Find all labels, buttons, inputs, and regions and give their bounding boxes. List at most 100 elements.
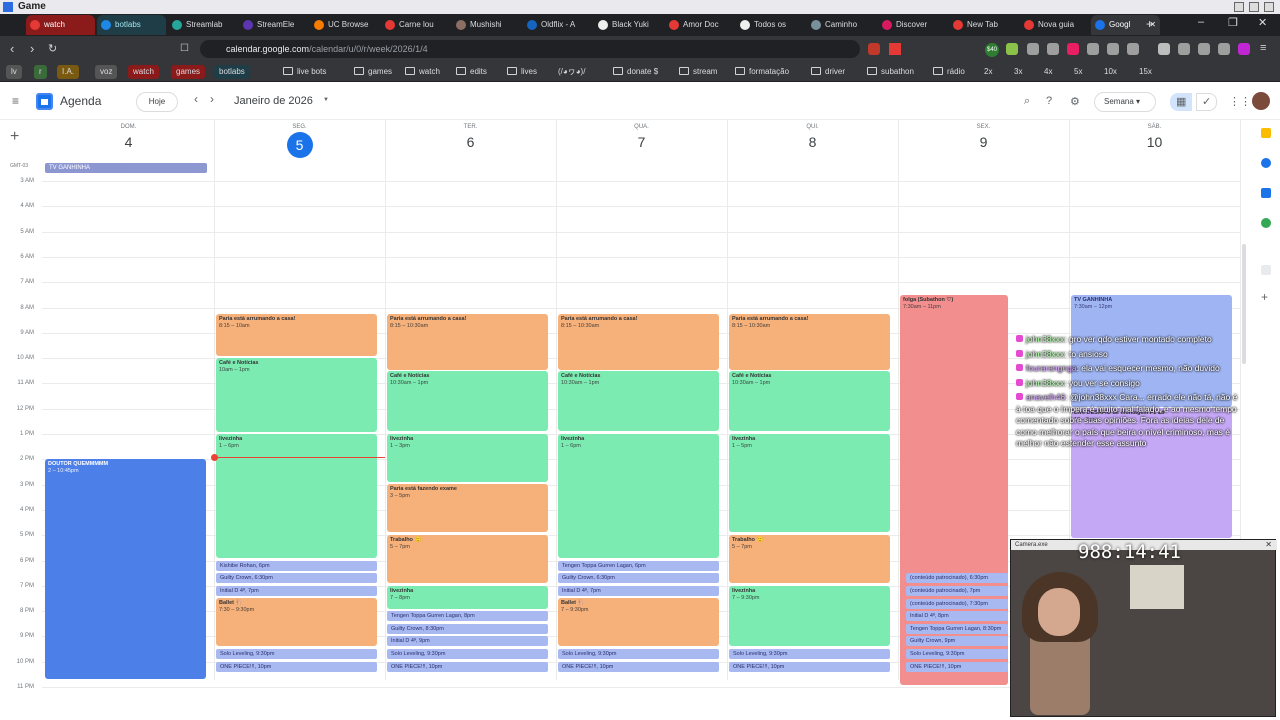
extension-icon[interactable] xyxy=(1006,43,1018,55)
calendar-event[interactable]: livezinha 1 – 6pm xyxy=(216,434,377,558)
keep-icon[interactable] xyxy=(1261,128,1271,138)
brave-shield-icon[interactable] xyxy=(868,43,880,55)
apps-grid-icon[interactable]: ⋮⋮ xyxy=(1229,95,1251,108)
calendar-event-chip[interactable]: ONE PIECE!!!, 10pm xyxy=(558,662,719,672)
bookmark-item[interactable]: (/◕ヮ◕)/ xyxy=(558,65,585,79)
calendar-event[interactable]: Ballet 🩰 7 – 9:30pm xyxy=(558,598,719,646)
calendar-event[interactable]: Café e Notícias 10:30am – 1pm xyxy=(558,371,719,431)
next-week-icon[interactable]: › xyxy=(210,92,214,106)
day-header[interactable]: TER. 6 xyxy=(385,120,556,164)
new-tab-icon[interactable]: + xyxy=(1146,17,1153,31)
calendar-event-chip[interactable]: Initial D 4ª, 8pm xyxy=(906,611,1008,621)
day-number[interactable]: 10 xyxy=(1147,134,1163,150)
day-number[interactable]: 4 xyxy=(125,134,133,150)
calendar-event[interactable]: livezinha 1 – 5pm xyxy=(729,434,890,532)
day-number[interactable]: 8 xyxy=(809,134,817,150)
minimize-icon[interactable] xyxy=(1234,2,1244,12)
browser-tab[interactable]: Oldflix - A xyxy=(523,15,592,35)
bookmark-item[interactable]: voz xyxy=(95,65,118,79)
calendar-event-chip[interactable]: Kishibe Rohan, 6pm xyxy=(216,561,377,571)
bookmark-item[interactable]: formatação xyxy=(735,65,789,79)
bookmark-item[interactable]: games xyxy=(354,65,392,79)
calendar-event[interactable]: Paria está arrumando a casa! 8:15 – 10:30… xyxy=(729,314,890,370)
calendar-event[interactable]: Café e Notícias 10:30am – 1pm xyxy=(387,371,548,431)
contacts-icon[interactable] xyxy=(1261,188,1271,198)
calendar-event-chip[interactable]: Initial D 4ª, 7pm xyxy=(558,586,719,596)
minimize-window-icon[interactable]: – xyxy=(1198,16,1204,28)
help-icon[interactable]: ? xyxy=(1046,95,1052,107)
maximize-window-icon[interactable]: ❐ xyxy=(1228,16,1238,29)
extension-icon[interactable] xyxy=(1198,43,1210,55)
day-header[interactable]: DOM. 4 xyxy=(43,120,214,164)
calendar-event[interactable]: DOUTOR QUEMMMMM 2 – 10:45pm xyxy=(45,459,206,679)
calendar-event-chip[interactable]: (conteúdo patrocinado), 7:30pm xyxy=(906,599,1008,609)
extension-icon[interactable] xyxy=(1047,43,1059,55)
day-number[interactable]: 9 xyxy=(980,134,988,150)
bookmark-item[interactable]: 3x xyxy=(1014,65,1022,79)
bookmark-item[interactable]: lv xyxy=(6,65,22,79)
calendar-event-chip[interactable]: Solo Leveling, 9:30pm xyxy=(387,649,548,659)
calendar-event[interactable]: Paria está arrumando a casa! 8:15 – 10am xyxy=(216,314,377,356)
wallet-badge[interactable]: $40 xyxy=(985,43,999,57)
calendar-event-chip[interactable]: Solo Leveling, 9:30pm xyxy=(729,649,890,659)
calendar-event[interactable]: Café e Notícias 10am – 1pm xyxy=(216,358,377,432)
url-bar[interactable]: calendar.google.com/calendar/u/0/r/week/… xyxy=(200,40,860,58)
browser-tab[interactable]: watch xyxy=(26,15,95,35)
main-menu-icon[interactable]: ≡ xyxy=(12,94,19,108)
view-select[interactable]: Semana ▾ xyxy=(1094,92,1156,112)
bookmark-item[interactable]: donate $ xyxy=(613,65,658,79)
bookmark-item[interactable]: 5x xyxy=(1074,65,1082,79)
calendar-event-chip[interactable]: Guilty Crown, 6:30pm xyxy=(558,573,719,583)
day-header[interactable]: QUA. 7 xyxy=(556,120,727,164)
forward-icon[interactable]: › xyxy=(30,41,34,56)
maps-icon[interactable] xyxy=(1261,218,1271,228)
calendar-event[interactable]: Trabalho 🙂 5 – 7pm xyxy=(387,535,548,583)
calendar-event-chip[interactable]: Solo Leveling, 9:30pm xyxy=(558,649,719,659)
browser-tab[interactable]: UC Browse xyxy=(310,15,379,35)
extension-icon[interactable] xyxy=(1127,43,1139,55)
webcam-close-icon[interactable]: ✕ xyxy=(1265,540,1272,549)
calendar-view-icon[interactable]: ▦ xyxy=(1170,93,1193,111)
bookmark-item[interactable]: 15x xyxy=(1139,65,1152,79)
calendar-event-chip[interactable]: ONE PIECE!!!, 10pm xyxy=(729,662,890,672)
browser-tab[interactable]: Black Yuki xyxy=(594,15,663,35)
restore-icon[interactable] xyxy=(1249,2,1259,12)
calendar-event[interactable]: livezinha 7 – 8pm xyxy=(387,586,548,609)
calendar-event[interactable]: Café e Notícias 10:30am – 1pm xyxy=(729,371,890,431)
browser-tab[interactable]: Todos os xyxy=(736,15,805,35)
calendar-event-chip[interactable]: (conteúdo patrocinado), 7pm xyxy=(906,586,1008,596)
extension-icon[interactable] xyxy=(1178,43,1190,55)
calendar-event-chip[interactable]: Solo Leveling, 9:30pm xyxy=(216,649,377,659)
day-header[interactable]: SEG. 5 xyxy=(214,120,385,164)
day-number[interactable]: 7 xyxy=(638,134,646,150)
calendar-event-chip[interactable]: Tengen Toppa Gurren Lagan, 6pm xyxy=(558,561,719,571)
settings-icon[interactable]: ⚙ xyxy=(1070,95,1080,108)
bookmark-item[interactable]: I.A. xyxy=(57,65,80,79)
calendar-event[interactable]: livezinha 7 – 9:30pm xyxy=(729,586,890,646)
bookmark-item[interactable]: rádio xyxy=(933,65,965,79)
close-icon[interactable] xyxy=(1264,2,1274,12)
avatar[interactable] xyxy=(1252,92,1270,110)
browser-tab[interactable]: Caminho xyxy=(807,15,876,35)
search-icon[interactable]: ⌕ xyxy=(1024,95,1030,108)
day-header[interactable]: SEX. 9 xyxy=(898,120,1069,164)
bookmark-item[interactable]: subathon xyxy=(867,65,914,79)
prev-week-icon[interactable]: ‹ xyxy=(194,92,198,106)
calendar-event[interactable]: Paria está arrumando a casa! 8:15 – 10:30… xyxy=(558,314,719,370)
calendar-event[interactable]: Trabalho 🙂 5 – 7pm xyxy=(729,535,890,583)
chat-overlay-icon[interactable] xyxy=(1261,265,1271,275)
browser-tab[interactable]: Streamlab xyxy=(168,15,237,35)
calendar-event-chip[interactable]: (conteúdo patrocinado), 6:30pm xyxy=(906,573,1008,583)
calendar-event-chip[interactable]: Tengen Toppa Gurren Lagan, 8pm xyxy=(387,611,548,621)
bookmark-item[interactable]: botlabs xyxy=(214,65,250,79)
bookmark-item[interactable]: 10x xyxy=(1104,65,1117,79)
browser-tab[interactable]: botlabs xyxy=(97,15,166,35)
calendar-event-chip[interactable]: Solo Leveling, 9:30pm xyxy=(906,649,1008,659)
calendar-event[interactable]: Paria está fazendo exame 3 – 5pm xyxy=(387,484,548,532)
calendar-event[interactable]: livezinha 1 – 3pm xyxy=(387,434,548,482)
browser-tab[interactable]: Discover xyxy=(878,15,947,35)
bookmark-item[interactable]: watch xyxy=(128,65,159,79)
bookmark-item[interactable]: 2x xyxy=(984,65,992,79)
menu-icon[interactable]: ≡ xyxy=(1260,42,1266,54)
bookmark-item[interactable]: stream xyxy=(679,65,717,79)
